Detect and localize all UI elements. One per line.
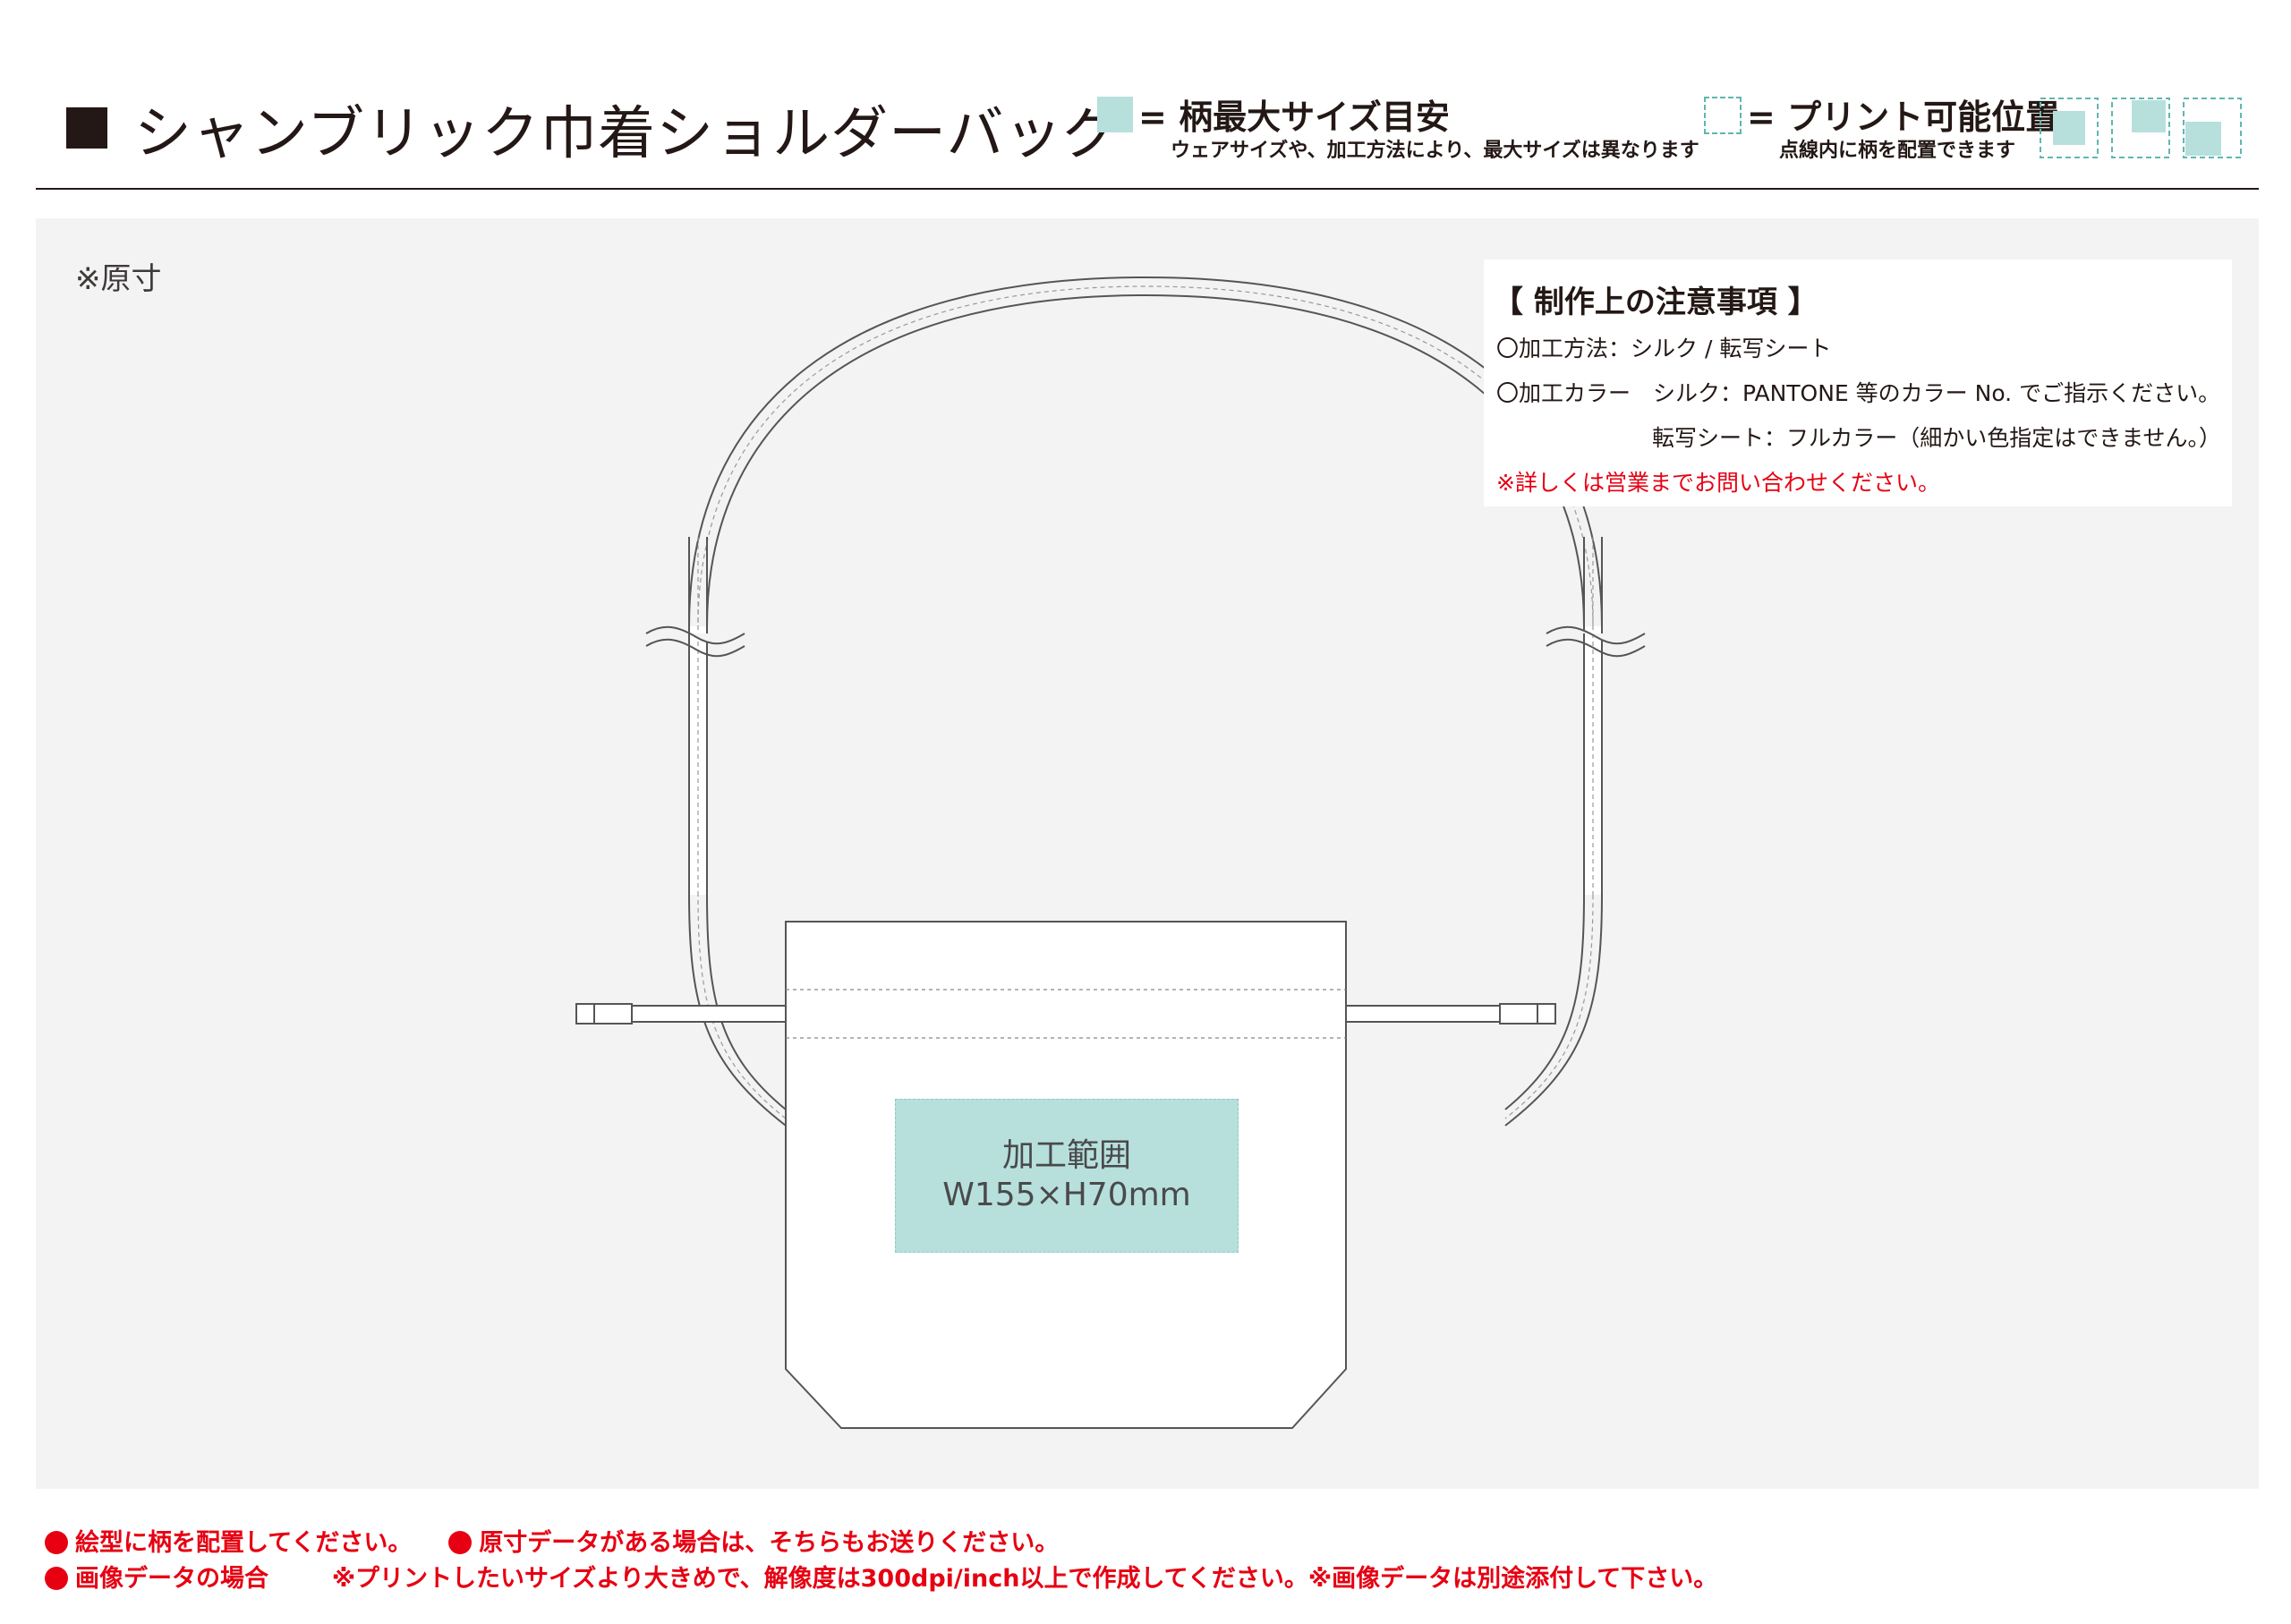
bullet-dot-icon: [45, 1531, 68, 1554]
footer-instruction-2: 原寸データがある場合は、そちらもお送りください。: [479, 1529, 1060, 1557]
print-area-size: W155×H70mm: [942, 1177, 1191, 1213]
print-area-label: 加工範囲 W155×H70mm: [895, 1136, 1239, 1215]
legend-max-size-label: = 柄最大サイズ目安: [1138, 98, 1450, 137]
footer-image-data-label: 画像データの場合: [75, 1565, 268, 1593]
legend-position-label: = プリント可能位置: [1747, 98, 2060, 137]
bullet-dot-icon: [448, 1531, 473, 1554]
bullet-dot-icon: [45, 1567, 68, 1590]
legend-max-size-note: ウェアサイズや、加工方法により、最大サイズは異なります: [1171, 140, 1699, 162]
notes-contact: ※詳しくは営業までお問い合わせください。: [1496, 470, 1940, 496]
footer-line-2: 画像データの場合 ※プリントしたいサイズより大きめで、解像度は300dpi/in…: [45, 1559, 1717, 1594]
footer-line-1: 絵型に柄を配置してください。 原寸データがある場合は、そちらもお送りください。: [45, 1523, 1059, 1558]
notes-method: 〇加工方法：シルク / 転写シート: [1496, 336, 1832, 361]
print-position-dash-icon: [1704, 97, 1742, 134]
placement-examples-icon: [2039, 97, 2244, 159]
notes-color-silk: 〇加工カラー シルク：PANTONE 等のカラー No. でご指示ください。: [1496, 380, 2221, 406]
header-divider: [36, 188, 2259, 190]
footer-instruction-1: 絵型に柄を配置してください。: [75, 1529, 413, 1557]
footer-image-data-note: ※プリントしたいサイズより大きめで、解像度は300dpi/inch以上で作成して…: [331, 1565, 1718, 1593]
max-size-swatch-icon: [1097, 97, 1133, 132]
page-title: シャンブリック巾着ショルダーバッグ: [134, 101, 1121, 167]
notes-color-transfer: 転写シート：フルカラー（細かい色指定はできません。）: [1652, 425, 2222, 451]
print-area-title: 加工範囲: [1001, 1137, 1131, 1174]
notes-title: 【 制作上の注意事項 】: [1493, 285, 1818, 320]
original-size-note: ※原寸: [75, 261, 162, 297]
legend-position-note: 点線内に柄を配置できます: [1779, 140, 2016, 162]
title-square-icon: [66, 107, 107, 149]
